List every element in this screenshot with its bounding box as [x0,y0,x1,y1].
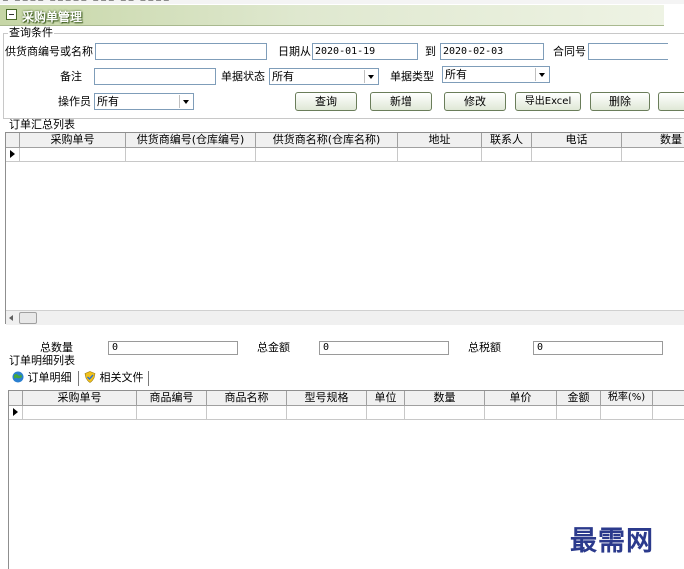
row-indicator-icon [6,148,20,161]
table-cell[interactable] [256,148,398,161]
total-amount-label: 总金额 [257,341,290,354]
header-cell-row-selector [9,391,23,405]
query-group-label: 查询条件 [8,26,54,39]
row-indicator-icon [9,406,23,419]
total-amount-value: 0 [319,341,449,355]
operator-label: 操作员 [58,95,91,108]
tab-divider [78,371,79,386]
remark-label: 备注 [60,70,82,83]
table-cell[interactable] [485,406,557,419]
header-cell-quantity[interactable]: 数量 [405,391,485,405]
table-cell[interactable] [23,406,137,419]
table-cell[interactable] [653,406,684,419]
header-cell-supplier-name[interactable]: 供货商名称(仓库名称) [256,133,398,147]
table-row[interactable] [9,406,684,420]
summary-grid-header: 采购单号 供货商编号(仓库编号) 供货商名称(仓库名称) 地址 联系人 电话 数… [6,133,684,148]
header-cell-model-spec[interactable]: 型号规格 [287,391,367,405]
summary-group-label: 订单汇总列表 [8,118,76,131]
table-cell[interactable] [405,406,485,419]
status-select[interactable]: 所有 [269,68,379,85]
detail-tabbar: 订单明细 相关文件 [10,370,310,387]
chevron-down-icon[interactable] [535,68,548,81]
watermark-text: 最需网 [570,526,654,557]
type-select[interactable]: 所有 [442,66,550,83]
table-cell[interactable] [207,406,287,419]
table-cell[interactable] [557,406,601,419]
detail-grid-header: 采购单号 商品编号 商品名称 型号规格 单位 数量 单价 金额 税率(%) [9,391,684,406]
header-cell-row-selector [6,133,20,147]
header-cell-amount[interactable]: 金额 [557,391,601,405]
shield-icon [84,371,96,383]
date-from-input[interactable]: 2020-01-19 [312,43,418,60]
detail-group-label: 订单明细列表 [8,354,76,367]
supplier-input[interactable] [95,43,267,60]
collapse-icon[interactable] [6,9,17,20]
table-cell[interactable] [398,148,482,161]
header-cell-contact[interactable]: 联系人 [482,133,532,147]
export-excel-button[interactable]: 导出Excel [515,92,581,111]
globe-icon [12,371,24,383]
total-tax-value: 0 [533,341,663,355]
remark-input[interactable] [94,68,216,85]
summary-horizontal-scrollbar[interactable] [6,310,684,325]
contract-label: 合同号 [553,45,586,58]
header-cell-order-no[interactable]: 采购单号 [23,391,137,405]
summary-grid: 采购单号 供货商编号(仓库编号) 供货商名称(仓库名称) 地址 联系人 电话 数… [5,132,684,325]
window-titlebar: 采购单管理 [0,5,664,26]
tab-order-detail[interactable]: 订单明细 [12,370,72,386]
date-to-label: 到 [425,45,436,58]
date-from-label: 日期从 [278,45,311,58]
total-tax-label: 总税额 [468,341,501,354]
tab-divider [148,371,149,386]
table-cell[interactable] [482,148,532,161]
tab-related-files-label: 相关文件 [99,371,144,384]
tab-order-detail-label: 订单明细 [27,371,72,384]
header-cell-address[interactable]: 地址 [398,133,482,147]
total-quantity-label: 总数量 [40,341,73,354]
top-clipped-strip: ▪ ▪▪▪▪ ▪▪▪▪▪ ▪▪▪ ▪▪ ▪▪▪▪ [0,0,684,4]
header-cell-product-name[interactable]: 商品名称 [207,391,287,405]
header-cell-unit[interactable]: 单位 [367,391,405,405]
table-cell[interactable] [367,406,405,419]
table-cell[interactable] [20,148,126,161]
header-cell-phone[interactable]: 电话 [532,133,622,147]
table-cell[interactable] [287,406,367,419]
status-label: 单据状态 [221,70,265,83]
new-button[interactable]: 新增 [370,92,432,111]
table-cell[interactable] [137,406,207,419]
scroll-left-arrow-icon[interactable] [6,311,18,325]
header-cell-order-no[interactable]: 采购单号 [20,133,126,147]
table-cell[interactable] [601,406,653,419]
header-cell-tax-rate[interactable]: 税率(%) [601,391,653,405]
chevron-down-icon[interactable] [364,70,377,83]
header-cell-extra [653,391,684,405]
status-select-value: 所有 [272,70,294,83]
extra-button[interactable] [658,92,684,111]
type-label: 单据类型 [390,70,434,83]
table-cell[interactable] [532,148,622,161]
type-select-value: 所有 [445,68,467,81]
scrollbar-thumb[interactable] [19,312,37,324]
chevron-down-icon[interactable] [179,95,192,108]
operator-select-value: 所有 [97,95,119,108]
operator-select[interactable]: 所有 [94,93,194,110]
table-cell[interactable] [126,148,256,161]
contract-input[interactable] [588,43,668,60]
table-row[interactable] [6,148,684,162]
header-cell-supplier-code[interactable]: 供货商编号(仓库编号) [126,133,256,147]
header-cell-product-code[interactable]: 商品编号 [137,391,207,405]
delete-button[interactable]: 删除 [590,92,650,111]
header-cell-quantity[interactable]: 数量 [622,133,684,147]
total-quantity-value: 0 [108,341,238,355]
tab-related-files[interactable]: 相关文件 [84,370,144,386]
date-to-input[interactable]: 2020-02-03 [440,43,544,60]
window-title: 采购单管理 [22,10,83,24]
edit-button[interactable]: 修改 [444,92,506,111]
supplier-label: 供货商编号或名称 [5,45,93,58]
table-cell[interactable] [622,148,684,161]
query-button[interactable]: 查询 [295,92,357,111]
header-cell-unit-price[interactable]: 单价 [485,391,557,405]
